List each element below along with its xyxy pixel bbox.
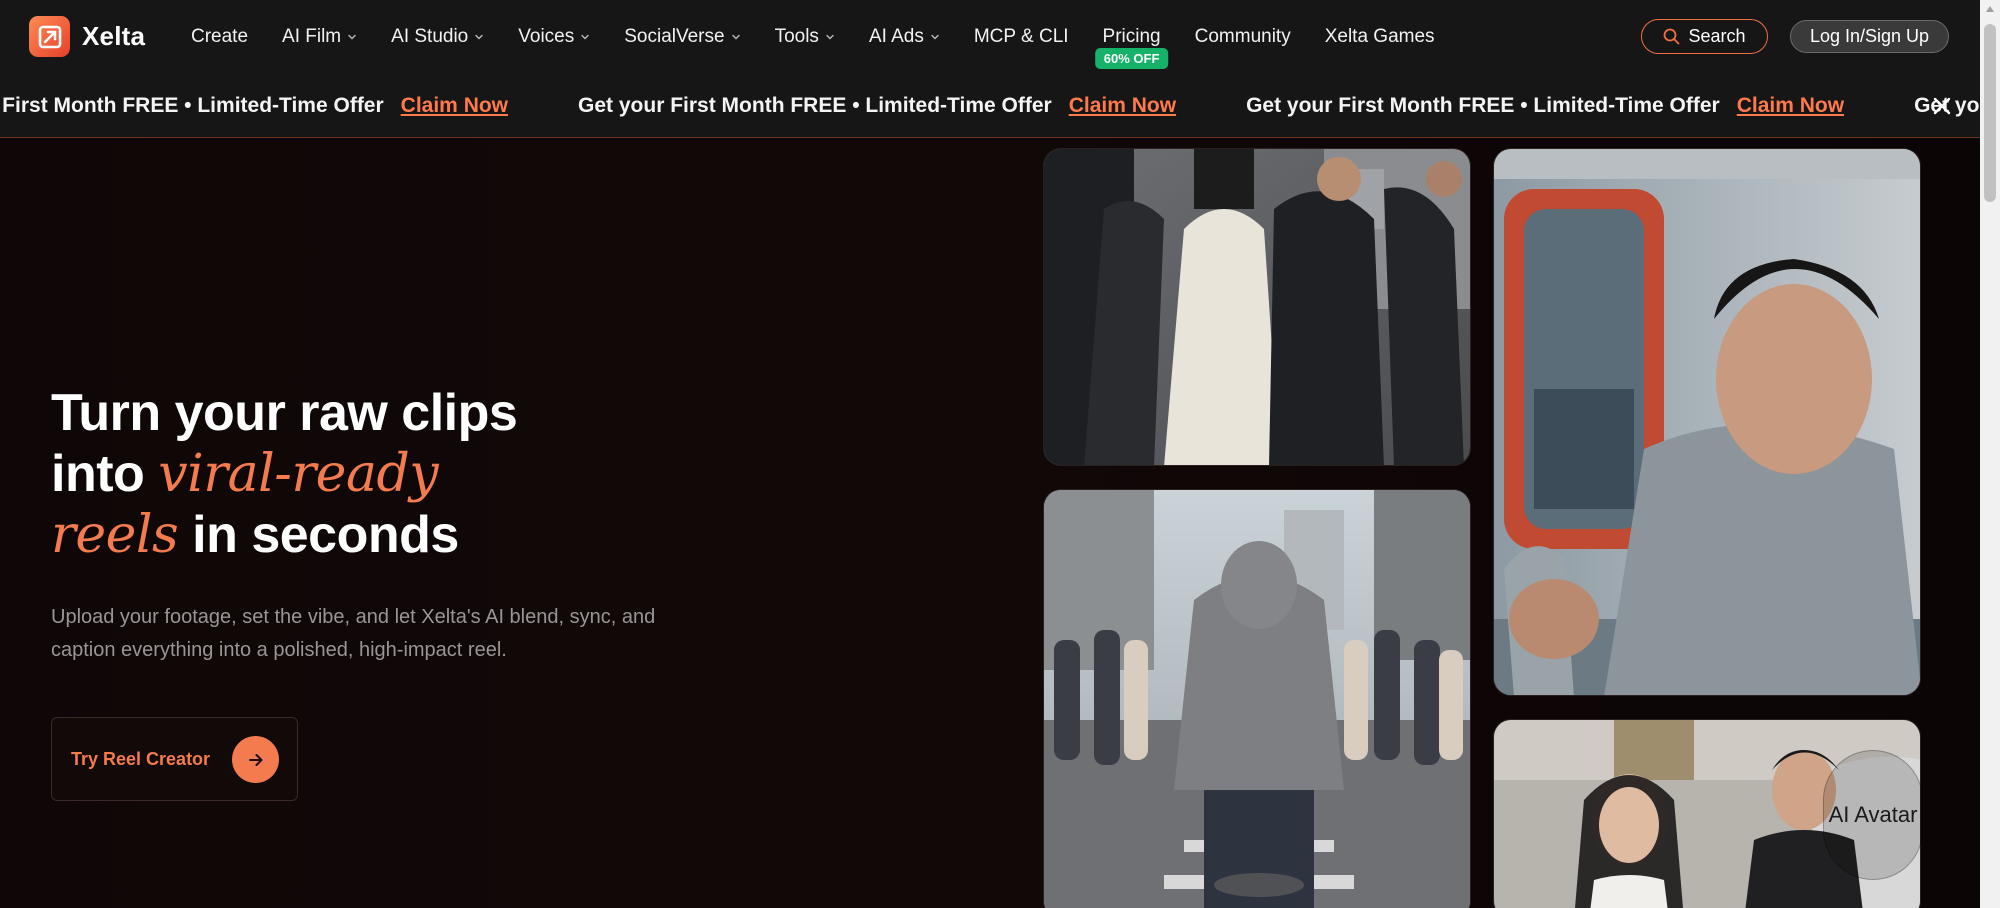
cta-label: Try Reel Creator: [71, 748, 211, 769]
chevron-down-icon: [581, 34, 589, 40]
nav-item-label: Pricing: [1102, 26, 1161, 47]
nav-item-label: MCP & CLI: [973, 26, 1069, 47]
media-card-crosswalk[interactable]: [1043, 489, 1471, 908]
nav-item-label: Create: [191, 26, 249, 47]
scrollbar-thumb[interactable]: [1984, 24, 1996, 202]
nav-item-ai-ads[interactable]: AI Ads: [852, 0, 957, 74]
media-card-street-crowd[interactable]: [1043, 148, 1471, 466]
hero-headline: Turn your raw clips into viral-ready ree…: [51, 384, 518, 565]
scrollbar[interactable]: [1980, 0, 2000, 908]
promo-marquee: Get your First Month FREE • Limited-Time…: [0, 74, 1980, 137]
promo-segment: Get your First Month FREE • Limited-Time…: [0, 94, 508, 118]
hero-subtext: Upload your footage, set the vibe, and l…: [51, 606, 656, 661]
chevron-down-icon: [931, 34, 939, 40]
discount-badge: 60% OFF: [1094, 48, 1169, 69]
search-icon: [1664, 28, 1680, 45]
claim-now-link[interactable]: Claim Now: [401, 94, 508, 118]
claim-now-link[interactable]: Claim Now: [1737, 94, 1844, 118]
nav-item-label: AI Film: [282, 26, 342, 47]
brand-logo[interactable]: Xelta: [29, 16, 145, 57]
nav-item-label: AI Ads: [868, 26, 924, 47]
login-signup-button[interactable]: Log In/Sign Up: [1790, 20, 1949, 53]
chevron-down-icon: [475, 34, 483, 40]
ai-avatar-button[interactable]: AI Avatar: [1823, 750, 1923, 880]
video-thumbnail: [1044, 149, 1470, 465]
promo-text: Get your First Month FREE • Limited-Time…: [578, 94, 1052, 117]
chevron-down-icon: [826, 34, 834, 40]
nav-item-voices[interactable]: Voices: [501, 0, 607, 74]
nav-item-pricing[interactable]: Pricing 60% OFF: [1086, 0, 1178, 74]
hero-section: Turn your raw clips into viral-ready ree…: [0, 139, 1980, 908]
promo-segment: Get your First Month FREE • Limited-Time…: [1246, 94, 1844, 118]
scroll-up-arrow-icon[interactable]: [1986, 6, 1994, 12]
nav-item-label: Xelta Games: [1324, 26, 1435, 47]
nav-item-label: SocialVerse: [624, 26, 725, 47]
nav-item-mcp-cli[interactable]: MCP & CLI: [957, 0, 1086, 74]
promo-segment: Get your First Month FREE • Limited-Time…: [578, 94, 1176, 118]
promo-text: Get your First Month FREE • Limited-Time…: [0, 94, 384, 117]
nav-item-label: Voices: [518, 26, 575, 47]
main-menu: Create AI Film AI Studio Voices SocialVerse T…: [174, 0, 1452, 74]
chevron-down-icon: [731, 34, 740, 40]
nav-item-ai-studio[interactable]: AI Studio: [374, 0, 501, 74]
promo-banner: Get your First Month FREE • Limited-Time…: [0, 74, 1980, 138]
claim-now-link[interactable]: Claim Now: [1069, 94, 1176, 118]
chevron-down-icon: [348, 34, 356, 40]
video-thumbnail: [1044, 490, 1470, 908]
search-button[interactable]: Search: [1641, 19, 1768, 54]
brand-name: Xelta: [82, 21, 146, 51]
nav-item-xelta-games[interactable]: Xelta Games: [1308, 0, 1452, 74]
nav-item-community[interactable]: Community: [1178, 0, 1308, 74]
arrow-right-icon: [232, 736, 279, 783]
nav-item-label: AI Studio: [391, 26, 469, 47]
nav-item-create[interactable]: Create: [174, 0, 265, 74]
nav-item-ai-film[interactable]: AI Film: [265, 0, 374, 74]
promo-text: Get your First Month FREE • Limited-Time…: [1246, 94, 1720, 117]
media-card-subway-man[interactable]: [1493, 148, 1921, 696]
nav-item-label: Tools: [774, 26, 819, 47]
nav-item-label: Community: [1194, 26, 1291, 47]
top-nav: Xelta Create AI Film AI Studio Voices Social…: [0, 0, 1980, 74]
logo-icon: [29, 16, 70, 57]
close-icon[interactable]: [1932, 96, 1952, 116]
video-thumbnail: [1494, 149, 1920, 695]
search-label: Search: [1688, 26, 1746, 46]
nav-item-socialverse[interactable]: SocialVerse: [607, 0, 757, 74]
nav-item-tools[interactable]: Tools: [758, 0, 852, 74]
try-reel-creator-button[interactable]: Try Reel Creator: [51, 717, 298, 801]
